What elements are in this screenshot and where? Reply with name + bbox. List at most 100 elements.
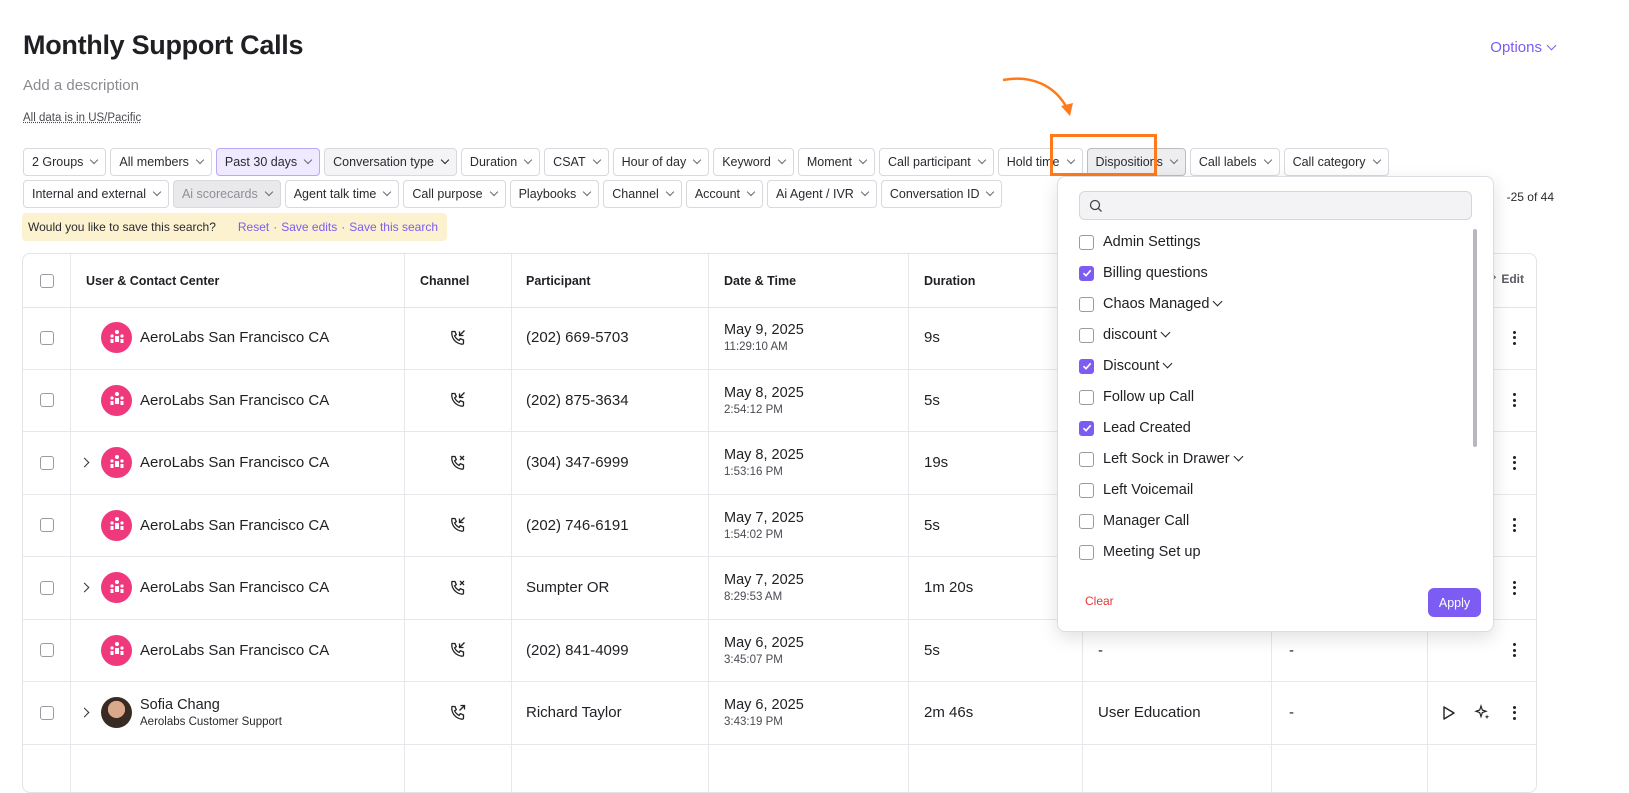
col-channel[interactable]: Channel [420,254,469,307]
filter-duration[interactable]: Duration [460,148,541,176]
row-checkbox[interactable] [40,643,54,658]
filter-groups[interactable]: 2 Groups [23,148,107,176]
participant[interactable]: (202) 746-6191 [526,495,629,557]
row-menu-button[interactable] [1513,557,1516,619]
row-checkbox[interactable] [40,330,54,345]
row-checkbox[interactable] [40,455,54,470]
participant[interactable]: (202) 841-4099 [526,620,629,682]
disposition-option[interactable]: discount [1079,324,1171,346]
user-name[interactable]: AeroLabs San Francisco CA [140,307,329,369]
filter-hold-time[interactable]: Hold time [997,148,1083,176]
filter-label: Internal and external [32,187,146,201]
filter-members[interactable]: All members [110,148,212,176]
user-name[interactable]: Sofia Chang [140,697,282,713]
option-checkbox-checked[interactable] [1079,358,1094,374]
description-field[interactable]: Add a description [23,77,139,94]
play-button[interactable] [1442,682,1456,744]
disposition-option[interactable]: Admin Settings [1079,231,1201,253]
disposition-option[interactable]: Meeting Set up [1079,541,1201,563]
filter-call-participant[interactable]: Call participant [879,148,994,176]
save-this-search-link[interactable]: Save this search [349,220,438,234]
filter-csat[interactable]: CSAT [544,148,609,176]
select-all-checkbox[interactable] [40,273,54,288]
chevron-down-icon[interactable] [1233,451,1243,462]
filter-channel[interactable]: Channel [603,180,682,208]
row-checkbox[interactable] [40,393,54,408]
filter-keyword[interactable]: Keyword [713,148,794,176]
row-menu-button[interactable] [1513,495,1516,557]
option-checkbox[interactable] [1079,389,1094,405]
participant[interactable]: Sumpter OR [526,557,609,619]
col-participant[interactable]: Participant [526,254,591,307]
chevron-down-icon[interactable] [1162,358,1173,369]
expand-row-button[interactable] [79,557,90,619]
filter-moment[interactable]: Moment [797,148,876,176]
disposition-option[interactable]: Follow up Call [1079,386,1194,408]
filter-playbooks[interactable]: Playbooks [509,180,600,208]
user-name[interactable]: AeroLabs San Francisco CA [140,620,329,682]
filter-dispositions[interactable]: Dispositions [1086,148,1186,176]
filter-call-labels[interactable]: Call labels [1189,148,1280,176]
apply-button[interactable]: Apply [1428,588,1481,617]
options-button[interactable]: Options [1490,39,1557,56]
participant[interactable]: Richard Taylor [526,682,622,744]
participant[interactable]: (202) 669-5703 [526,307,629,369]
row-checkbox[interactable] [40,580,54,595]
option-checkbox[interactable] [1079,513,1094,529]
filter-hour-of-day[interactable]: Hour of day [612,148,710,176]
chevron-down-icon[interactable] [1160,327,1171,338]
participant[interactable]: (304) 347-6999 [526,432,629,494]
filter-date-range[interactable]: Past 30 days [215,148,321,176]
filter-call-category[interactable]: Call category [1283,148,1389,176]
col-user[interactable]: User & Contact Center [86,254,219,307]
ai-summary-button[interactable] [1474,682,1491,744]
filter-account[interactable]: Account [685,180,764,208]
disposition-option[interactable]: Chaos Managed [1079,293,1223,315]
expand-row-button[interactable] [79,432,90,494]
filter-ai-agent-ivr[interactable]: Ai Agent / IVR [767,180,877,208]
option-checkbox[interactable] [1079,327,1094,343]
participant[interactable]: (202) 875-3634 [526,370,629,432]
disposition-option[interactable]: Lead Created [1079,417,1191,439]
col-date-time[interactable]: Date & Time [724,254,796,307]
col-duration[interactable]: Duration [924,254,975,307]
option-checkbox[interactable] [1079,482,1094,498]
option-checkbox[interactable] [1079,451,1094,467]
filter-conversation-type[interactable]: Conversation type [324,148,457,176]
option-checkbox[interactable] [1079,544,1094,560]
filter-internal-external[interactable]: Internal and external [23,180,169,208]
disposition-option[interactable]: Manager Call [1079,510,1189,532]
dropdown-scrollbar[interactable] [1473,229,1477,447]
row-checkbox[interactable] [40,705,54,720]
option-checkbox-checked[interactable] [1079,265,1094,281]
search-input[interactable] [1110,196,1464,217]
option-checkbox[interactable] [1079,234,1094,250]
row-menu-button[interactable] [1513,620,1516,682]
filter-ai-scorecards[interactable]: Ai scorecards [172,180,281,208]
row-checkbox[interactable] [40,518,54,533]
clear-button[interactable]: Clear [1085,594,1114,608]
dispositions-search[interactable] [1079,191,1472,220]
row-menu-button[interactable] [1513,432,1516,494]
row-menu-button[interactable] [1513,370,1516,432]
option-checkbox-checked[interactable] [1079,420,1094,436]
option-checkbox[interactable] [1079,296,1094,312]
row-menu-button[interactable] [1513,682,1516,744]
disposition-option[interactable]: Left Voicemail [1079,479,1193,501]
filter-agent-talk-time[interactable]: Agent talk time [284,180,400,208]
disposition-option[interactable]: Billing questions [1079,262,1208,284]
disposition-option[interactable]: Left Sock in Drawer [1079,448,1243,470]
user-name[interactable]: AeroLabs San Francisco CA [140,495,329,557]
reset-link[interactable]: Reset [238,220,269,234]
expand-row-button[interactable] [79,682,90,744]
row-menu-button[interactable] [1513,307,1516,369]
user-name[interactable]: AeroLabs San Francisco CA [140,370,329,432]
user-name[interactable]: AeroLabs San Francisco CA [140,557,329,619]
chevron-down-icon[interactable] [1212,296,1223,307]
disposition-option[interactable]: Discount [1079,355,1173,377]
table-row[interactable]: Sofia Chang Aerolabs Customer Support Ric… [23,682,1536,745]
save-edits-link[interactable]: Save edits [281,220,337,234]
user-name[interactable]: AeroLabs San Francisco CA [140,432,329,494]
filter-conversation-id[interactable]: Conversation ID [880,180,1003,208]
filter-call-purpose[interactable]: Call purpose [403,180,506,208]
